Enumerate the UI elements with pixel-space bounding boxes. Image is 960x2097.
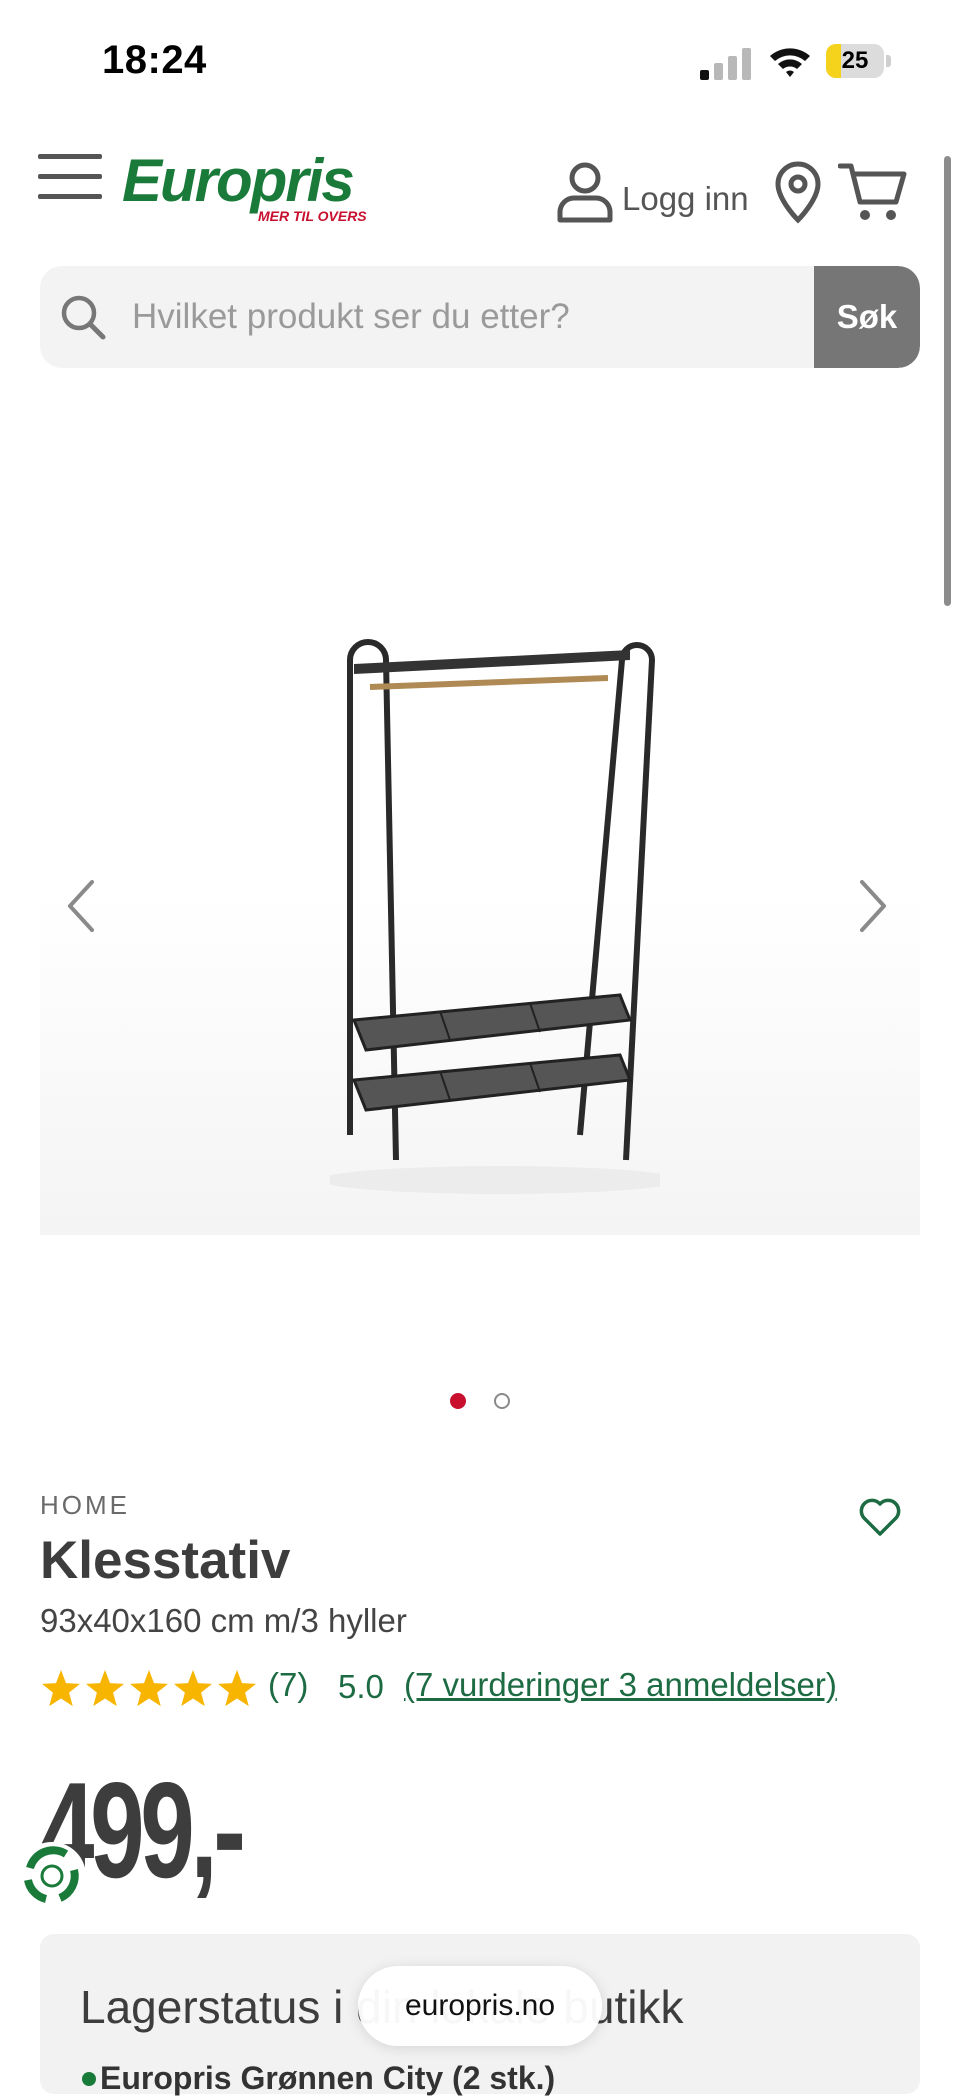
location-pin-icon[interactable]: [772, 160, 824, 224]
browser-url: europris.no: [404, 1989, 556, 2022]
recycle-badge-icon[interactable]: [16, 1840, 88, 1912]
product-title: Klesstativ: [40, 1531, 291, 1590]
star-icon: [217, 1670, 257, 1707]
search-icon: [61, 295, 106, 340]
product-subtitle: 93x40x160 cm m/3 hyller: [40, 1602, 407, 1639]
star-icon: [129, 1670, 169, 1707]
battery-icon: 25: [826, 44, 892, 78]
search-bar: Søk: [40, 266, 920, 368]
login-label: Logg inn: [622, 180, 749, 217]
menu-icon: [38, 154, 102, 159]
product-image: [330, 639, 660, 1194]
gallery-dot-2[interactable]: [494, 1393, 510, 1409]
star-icon: [173, 1670, 213, 1707]
search-input[interactable]: [120, 266, 864, 368]
page-scrollbar[interactable]: [944, 156, 951, 606]
user-icon: [557, 162, 613, 223]
search-button[interactable]: Søk: [814, 266, 920, 368]
next-image-arrow-icon[interactable]: [852, 876, 896, 936]
wifi-icon: [770, 48, 810, 77]
star-icon: [41, 1670, 81, 1707]
reviews-link[interactable]: (7 vurderinger 3 anmeldelser): [404, 1666, 837, 1704]
product-brand: HOME: [40, 1490, 130, 1520]
star-icon: [85, 1670, 125, 1707]
logo-text: Europris: [122, 147, 355, 214]
login-button[interactable]: Logg inn: [556, 160, 756, 224]
battery-level: 25: [841, 47, 869, 74]
stock-available-dot: [82, 2072, 96, 2086]
stock-store-line[interactable]: Europris Grønnen City (2 stk.): [100, 2060, 555, 2097]
favorite-heart-icon[interactable]: [858, 1496, 902, 1538]
rating-stars: [41, 1670, 257, 1707]
cellular-signal-icon: [700, 48, 751, 80]
browser-url-pill[interactable]: europris.no: [358, 1966, 602, 2046]
status-time: 18:24: [102, 38, 207, 82]
logo-tagline: MER TIL OVERS: [258, 208, 367, 224]
review-count: (7): [268, 1666, 309, 1703]
europris-logo[interactable]: Europris MER TIL OVERS: [122, 146, 367, 226]
cart-icon[interactable]: [838, 160, 908, 224]
rating-score: 5.0: [338, 1668, 384, 1705]
gallery-dot-1[interactable]: [450, 1393, 466, 1409]
previous-image-arrow-icon[interactable]: [58, 876, 102, 936]
menu-button[interactable]: [38, 150, 104, 202]
